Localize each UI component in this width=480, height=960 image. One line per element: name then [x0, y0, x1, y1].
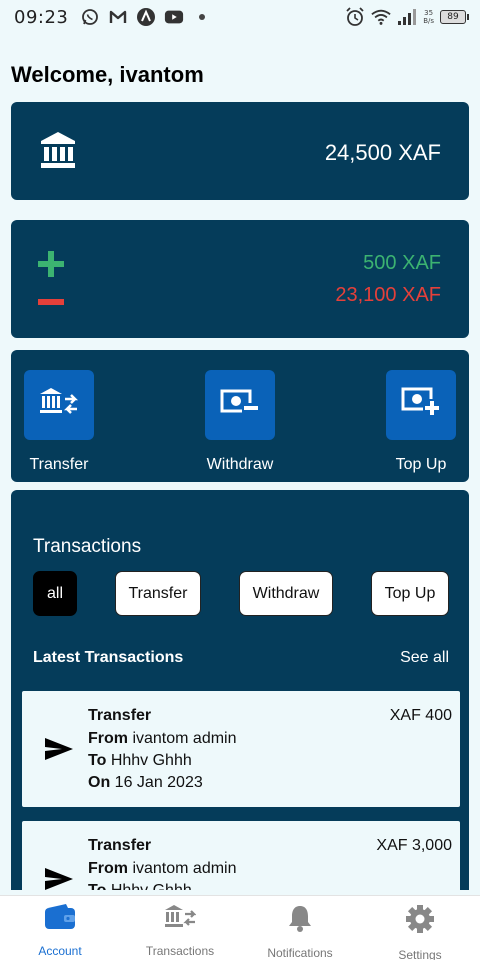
- expense-amount: 23,100 XAF: [335, 284, 441, 306]
- transaction-item[interactable]: Transfer XAF 3,000 From ivantom admin To…: [22, 821, 460, 890]
- nav-settings[interactable]: Settings: [360, 896, 480, 960]
- actions-card: Transfer Withdraw Top Up: [11, 350, 469, 482]
- transaction-date: On 16 Jan 2023: [88, 774, 203, 791]
- dot-icon: [192, 7, 212, 27]
- topup-action-label: Top Up: [395, 456, 447, 473]
- minus-icon: [38, 292, 64, 310]
- transaction-from: From ivantom admin: [88, 730, 237, 747]
- transaction-item[interactable]: Transfer XAF 400 From ivantom admin To H…: [22, 691, 460, 807]
- transaction-to: To Hhhv Ghhh: [88, 882, 192, 890]
- withdraw-tile[interactable]: [205, 370, 275, 440]
- bell-icon: [286, 904, 314, 937]
- latest-transactions-heading: Latest Transactions: [33, 649, 184, 666]
- transfer-action-button[interactable]: Transfer: [14, 370, 104, 474]
- nav-transactions[interactable]: Transactions: [120, 896, 240, 960]
- topup-tile[interactable]: [386, 370, 456, 440]
- filter-withdraw-chip[interactable]: Withdraw: [239, 571, 333, 616]
- battery-indicator: 89: [440, 10, 469, 24]
- nav-notifications-label: Notifications: [267, 946, 333, 960]
- gmail-icon: [108, 7, 128, 27]
- transaction-amount: XAF 3,000: [376, 837, 452, 854]
- filter-all-chip[interactable]: all: [33, 571, 77, 616]
- gear-icon: [405, 904, 435, 939]
- filter-topup-chip[interactable]: Top Up: [371, 571, 449, 616]
- send-icon: [44, 737, 74, 766]
- withdraw-action-label: Withdraw: [206, 456, 274, 473]
- nav-account-label: Account: [38, 944, 82, 958]
- app-icon: [136, 7, 156, 27]
- bottom-navigation: Account Transactions Notifications Setti…: [0, 895, 480, 960]
- plus-icon: [38, 251, 64, 282]
- bank-icon: [39, 130, 77, 175]
- topup-action-button[interactable]: Top Up: [376, 370, 466, 474]
- nav-settings-label: Settings: [398, 948, 442, 960]
- welcome-heading: Welcome, ivantom: [11, 62, 204, 87]
- transaction-to: To Hhhv Ghhh: [88, 752, 192, 769]
- transactions-card: Transactions all Transfer Withdraw Top U…: [11, 490, 469, 890]
- cash-minus-icon: [220, 389, 260, 422]
- nav-transactions-label: Transactions: [145, 944, 215, 958]
- withdraw-action-button[interactable]: Withdraw: [195, 370, 285, 474]
- see-all-link[interactable]: See all: [400, 649, 449, 667]
- alarm-icon: [345, 7, 365, 27]
- balance-amount: 24,500 XAF: [324, 140, 441, 165]
- income-expense-card: 500 XAF 23,100 XAF: [11, 220, 469, 338]
- transfer-tile[interactable]: [24, 370, 94, 440]
- transaction-amount: XAF 400: [389, 707, 452, 724]
- nav-notifications[interactable]: Notifications: [240, 896, 360, 960]
- youtube-icon: [164, 7, 184, 27]
- signal-icon: [397, 7, 417, 27]
- transactions-title: Transactions: [33, 536, 142, 557]
- bank-transfer-icon: [164, 904, 197, 935]
- send-icon: [44, 867, 74, 890]
- filter-transfer-chip[interactable]: Transfer: [115, 571, 201, 616]
- net-speed: 35 B/s: [423, 9, 434, 25]
- nav-account[interactable]: Account: [0, 896, 120, 960]
- whatsapp-icon: [80, 7, 100, 27]
- wallet-icon: [44, 904, 76, 935]
- income-amount: 500 XAF: [363, 252, 441, 274]
- status-time: 09:23: [14, 6, 69, 28]
- status-bar: 09:23 35 B/s 89: [0, 0, 480, 34]
- transfer-action-label: Transfer: [29, 456, 89, 473]
- bank-transfer-icon: [39, 387, 79, 424]
- transaction-from: From ivantom admin: [88, 860, 237, 877]
- transaction-type: Transfer: [88, 837, 152, 854]
- wifi-icon: [371, 7, 391, 27]
- balance-card: 24,500 XAF: [11, 102, 469, 200]
- transaction-type: Transfer: [88, 707, 152, 724]
- cash-plus-icon: [401, 387, 441, 424]
